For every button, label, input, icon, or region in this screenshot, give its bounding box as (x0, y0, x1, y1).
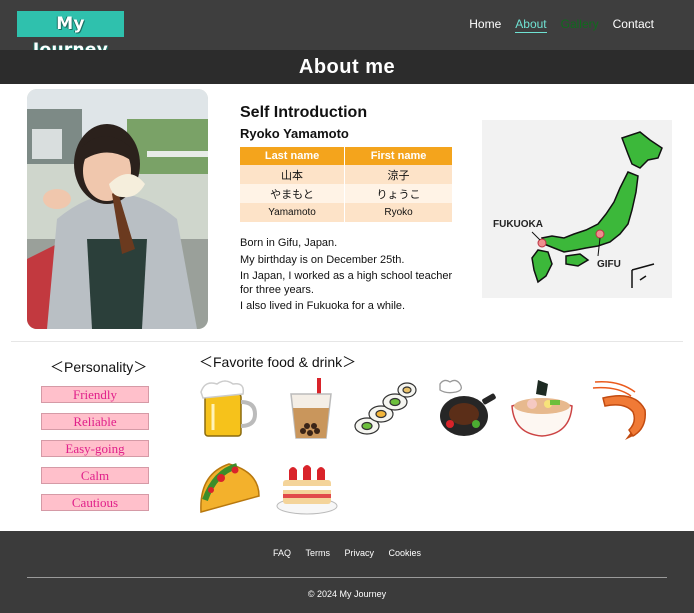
trait-badge: Friendly (41, 386, 149, 403)
intro-name: Ryoko Yamamoto (240, 126, 349, 141)
bio-line: Born in Gifu, Japan. (240, 237, 338, 249)
main-nav: Home About Gallery Contact (455, 16, 654, 33)
profile-photo (27, 89, 208, 329)
copyright-text: © 2024 My Journey (307, 589, 387, 599)
bio-line: I also lived in Fukuoka for a while. (240, 300, 406, 312)
japan-map: FUKUOKA GIFU (482, 120, 672, 298)
nav-gallery[interactable]: Gallery (561, 16, 599, 33)
table-cell: やまもと (240, 184, 346, 203)
fukuoka-pin-icon (537, 238, 547, 248)
ramen-icon (510, 376, 574, 440)
table-header-first: First name (344, 147, 453, 165)
trait-badge: Cautious (41, 494, 149, 511)
page-title: About me (298, 56, 396, 78)
site-header: My Journey Home About Gallery Contact (0, 0, 694, 60)
footer-link-cookies[interactable]: Cookies (389, 548, 422, 558)
table-cell: 涼子 (344, 165, 453, 184)
footer-links: FAQ Terms Privacy Cookies (0, 548, 694, 558)
name-table: Last name First name 山本 涼子 やまもと りょうこ Yam… (240, 147, 453, 222)
sushi-roll-icon (353, 376, 417, 440)
site-logo[interactable]: My Journey (17, 11, 124, 60)
table-cell: 山本 (240, 165, 346, 184)
intro-heading: Self Introduction (240, 104, 368, 121)
nav-contact[interactable]: Contact (613, 16, 654, 33)
footer-link-privacy[interactable]: Privacy (345, 548, 375, 558)
table-cell: りょうこ (344, 184, 453, 203)
footer-link-terms[interactable]: Terms (305, 548, 330, 558)
table-row: やまもと りょうこ (240, 184, 453, 203)
table-cell: Ryoko (344, 203, 453, 222)
map-label-fukuoka: FUKUOKA (493, 219, 543, 230)
bubble-tea-icon (279, 376, 343, 440)
table-row: Yamamoto Ryoko (240, 203, 453, 222)
personality-title: ＜Personality＞ (50, 359, 148, 375)
page-title-bar: About me (0, 50, 694, 84)
beer-icon (197, 376, 261, 440)
table-cell: Yamamoto (240, 203, 346, 222)
footer-link-faq[interactable]: FAQ (273, 548, 291, 558)
trait-badge: Calm (41, 467, 149, 484)
table-row: 山本 涼子 (240, 165, 453, 184)
gifu-pin-icon (595, 229, 605, 239)
section-divider (11, 341, 683, 342)
nav-about[interactable]: About (515, 16, 547, 33)
site-footer: FAQ Terms Privacy Cookies © 2024 My Jour… (0, 531, 694, 613)
hamburg-steak-icon (434, 376, 498, 440)
table-header-last: Last name (240, 147, 346, 165)
strawberry-cake-icon (275, 456, 339, 520)
trait-badge: Reliable (41, 413, 149, 430)
food-title: ＜Favorite food & drink＞ (199, 354, 357, 370)
trait-badge: Easy-going (41, 440, 149, 457)
bio-text: Born in Gifu, Japan. My birthday is on D… (240, 237, 455, 317)
footer-divider (27, 577, 667, 578)
bio-line: My birthday is on December 25th. (240, 253, 405, 266)
map-label-gifu: GIFU (597, 259, 621, 270)
taco-icon (197, 456, 261, 520)
bio-line: In Japan, I worked as a high school teac… (240, 270, 453, 296)
shrimp-icon (589, 376, 653, 440)
nav-home[interactable]: Home (469, 16, 501, 33)
